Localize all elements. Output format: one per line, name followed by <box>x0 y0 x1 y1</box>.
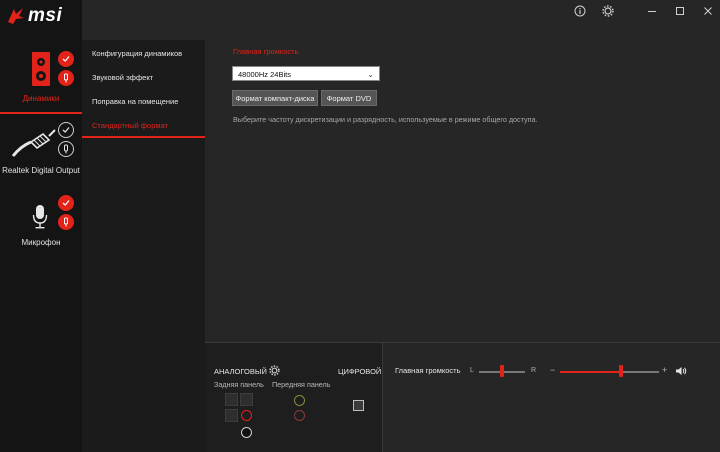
active-menu-underline <box>82 136 205 138</box>
menu-item-room-correction[interactable]: Поправка на помещение <box>82 90 205 114</box>
connector-panel: АНАЛОГОВЫЙ ЦИФРОВОЙ Задняя панель Передн… <box>205 343 383 452</box>
dvd-format-button[interactable]: Формат DVD <box>321 90 377 106</box>
jack-plug-icon <box>64 144 68 154</box>
rear-jack[interactable] <box>240 393 253 406</box>
digital-jack-badge <box>58 141 74 157</box>
device-label-speakers: Динамики <box>22 94 60 103</box>
balance-slider-thumb[interactable] <box>500 365 504 377</box>
logo-area: msi <box>0 0 82 40</box>
sample-rate-select[interactable]: 48000Hz 24Bits ⌄ <box>232 66 380 81</box>
device-label-digital-output: Realtek Digital Output <box>2 166 80 175</box>
device-speakers[interactable]: Динамики <box>0 40 82 116</box>
volume-slider-thumb[interactable] <box>619 365 624 377</box>
device-microphone[interactable]: Микрофон <box>0 190 82 256</box>
info-button[interactable] <box>568 1 592 21</box>
rear-jack[interactable] <box>225 393 238 406</box>
digital-label: ЦИФРОВОЙ <box>338 367 382 376</box>
device-panel: Динамики Realtek Digital Output Микрофон <box>0 40 82 452</box>
sample-rate-value: 48000Hz 24Bits <box>238 70 291 79</box>
settings-button[interactable] <box>596 1 620 21</box>
microphone-icon <box>32 205 48 229</box>
check-icon <box>62 200 70 206</box>
rear-jack-active[interactable] <box>241 410 252 421</box>
format-description: Выберите частоту дискретизации и разрядн… <box>233 115 538 124</box>
device-label-microphone: Микрофон <box>21 238 61 247</box>
jack-plug-icon <box>64 73 68 83</box>
close-icon <box>704 7 712 15</box>
section-title: Главная громкость <box>233 47 299 56</box>
menu-item-speaker-config[interactable]: Конфигурация динамиков <box>82 42 205 66</box>
device-digital-output[interactable]: Realtek Digital Output <box>0 116 82 188</box>
volume-slider-fill <box>560 371 622 373</box>
maximize-icon <box>676 7 684 15</box>
titlebar-controls <box>564 0 720 22</box>
volume-minus[interactable]: − <box>550 365 555 375</box>
optical-port-icon[interactable] <box>353 400 364 411</box>
optical-cable-icon <box>11 129 56 157</box>
msi-dragon-icon <box>8 8 24 24</box>
jack-plug-icon <box>64 217 68 227</box>
volume-plus[interactable]: + <box>662 365 667 375</box>
gear-icon <box>602 5 614 17</box>
microphone-active-badge <box>58 195 74 211</box>
cd-format-button[interactable]: Формат компакт-диска <box>232 90 318 106</box>
app-window: msi Динамики Realtek Digital Output Микр… <box>0 0 720 452</box>
rear-panel-label: Задняя панель <box>214 380 264 389</box>
master-volume-label: Главная громкость <box>395 366 461 375</box>
rear-jack[interactable] <box>225 409 238 422</box>
front-jack-headphone[interactable] <box>294 395 305 406</box>
gear-icon[interactable] <box>269 365 280 376</box>
maximize-button[interactable] <box>668 1 692 21</box>
logo-text: msi <box>28 5 63 26</box>
speaker-icon <box>32 52 50 86</box>
balance-right-label: R <box>531 367 537 374</box>
speaker-volume-icon[interactable] <box>675 366 687 376</box>
front-panel-label: Передняя панель <box>272 380 331 389</box>
bottom-panel: АНАЛОГОВЫЙ ЦИФРОВОЙ Задняя панель Передн… <box>205 342 720 452</box>
settings-menu: Конфигурация динамиков Звуковой эффект П… <box>82 40 205 452</box>
digital-status-badge <box>58 122 74 138</box>
balance-left-label: L <box>470 367 474 374</box>
speakers-jack-badge <box>58 70 74 86</box>
analog-label: АНАЛОГОВЫЙ <box>214 367 267 376</box>
device-divider <box>0 112 82 114</box>
info-icon <box>574 5 586 17</box>
menu-item-default-format[interactable]: Стандартный формат <box>82 114 205 138</box>
volume-panel: Главная громкость L R − + <box>383 343 720 452</box>
rear-jack[interactable] <box>241 427 252 438</box>
content-area: Главная громкость 48000Hz 24Bits ⌄ Форма… <box>205 22 720 342</box>
check-icon <box>62 56 70 62</box>
microphone-jack-badge <box>58 214 74 230</box>
minimize-icon <box>648 11 656 12</box>
front-jack-mic[interactable] <box>294 410 305 421</box>
speakers-active-badge <box>58 51 74 67</box>
menu-item-sound-effect[interactable]: Звуковой эффект <box>82 66 205 90</box>
minimize-button[interactable] <box>640 1 664 21</box>
check-icon <box>62 127 70 133</box>
close-button[interactable] <box>696 1 720 21</box>
chevron-down-icon: ⌄ <box>367 70 374 79</box>
